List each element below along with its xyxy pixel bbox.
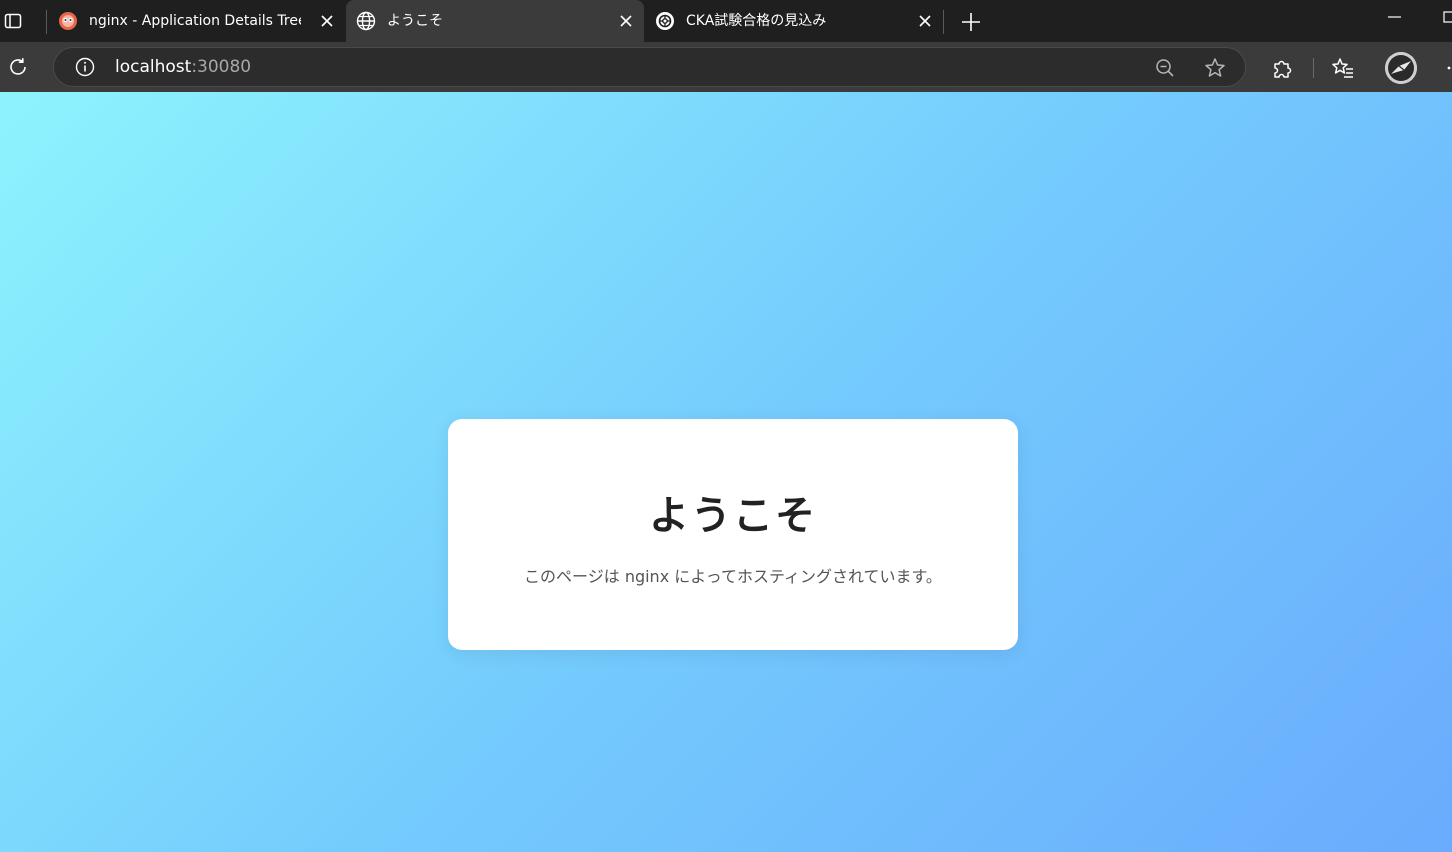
plus-icon <box>962 13 980 31</box>
tab-title: nginx - Application Details Tree - A <box>89 13 301 29</box>
url-text[interactable]: localhost:30080 <box>115 57 251 77</box>
reload-icon <box>10 58 26 75</box>
maximize-icon <box>1443 11 1452 23</box>
tab-chatgpt[interactable]: CKA試験合格の見込み <box>645 0 941 42</box>
tab-actions-menu-button[interactable] <box>2 9 24 33</box>
profile-avatar[interactable] <box>1385 52 1417 84</box>
close-icon <box>919 15 931 27</box>
tab-title: CKA試験合格の見込み <box>686 13 827 29</box>
new-tab-button[interactable] <box>958 9 984 35</box>
maximize-window-button[interactable] <box>1440 8 1452 26</box>
tab-actions-icon <box>4 13 22 29</box>
close-icon <box>321 15 333 27</box>
more-options-icon[interactable] <box>1443 56 1452 80</box>
argo-octopus-icon <box>58 11 78 31</box>
minimize-window-button[interactable] <box>1386 8 1404 26</box>
page-viewport: ようこそ このページは nginx によってホスティングされています。 <box>0 92 1452 852</box>
url-host: localhost <box>115 57 192 77</box>
tab-close-button[interactable] <box>617 12 635 30</box>
avatar-bird-icon <box>1385 52 1417 84</box>
minimize-icon <box>1388 16 1401 18</box>
tab-separator <box>46 10 47 34</box>
welcome-card: ようこそ このページは nginx によってホスティングされています。 <box>448 419 1018 650</box>
zoom-out-icon[interactable] <box>1154 57 1176 79</box>
tab-argo-nginx[interactable]: nginx - Application Details Tree - A <box>48 0 344 42</box>
tab-welcome[interactable]: ようこそ <box>346 0 644 42</box>
tab-title: ようこそ <box>387 13 443 29</box>
chatgpt-icon <box>655 11 675 31</box>
address-bar[interactable]: localhost:30080 <box>53 47 1246 87</box>
favorites-list-icon[interactable] <box>1331 56 1355 80</box>
site-info-icon[interactable] <box>74 56 96 78</box>
tab-strip: nginx - Application Details Tree - A ようこ… <box>0 0 1452 42</box>
toolbar-separator <box>1313 58 1314 78</box>
globe-icon <box>356 11 376 31</box>
tab-close-button[interactable] <box>916 12 934 30</box>
browser-toolbar: localhost:30080 <box>0 42 1452 92</box>
tab-separator <box>943 10 944 34</box>
hosting-message: このページは nginx によってホスティングされています。 <box>524 567 942 586</box>
extensions-puzzle-icon[interactable] <box>1270 56 1294 80</box>
url-port: :30080 <box>191 57 252 77</box>
tab-close-button[interactable] <box>318 12 336 30</box>
favorite-star-icon[interactable] <box>1204 57 1226 79</box>
close-icon <box>620 15 632 27</box>
page-heading: ようこそ <box>649 493 817 539</box>
reload-button[interactable] <box>6 55 30 79</box>
